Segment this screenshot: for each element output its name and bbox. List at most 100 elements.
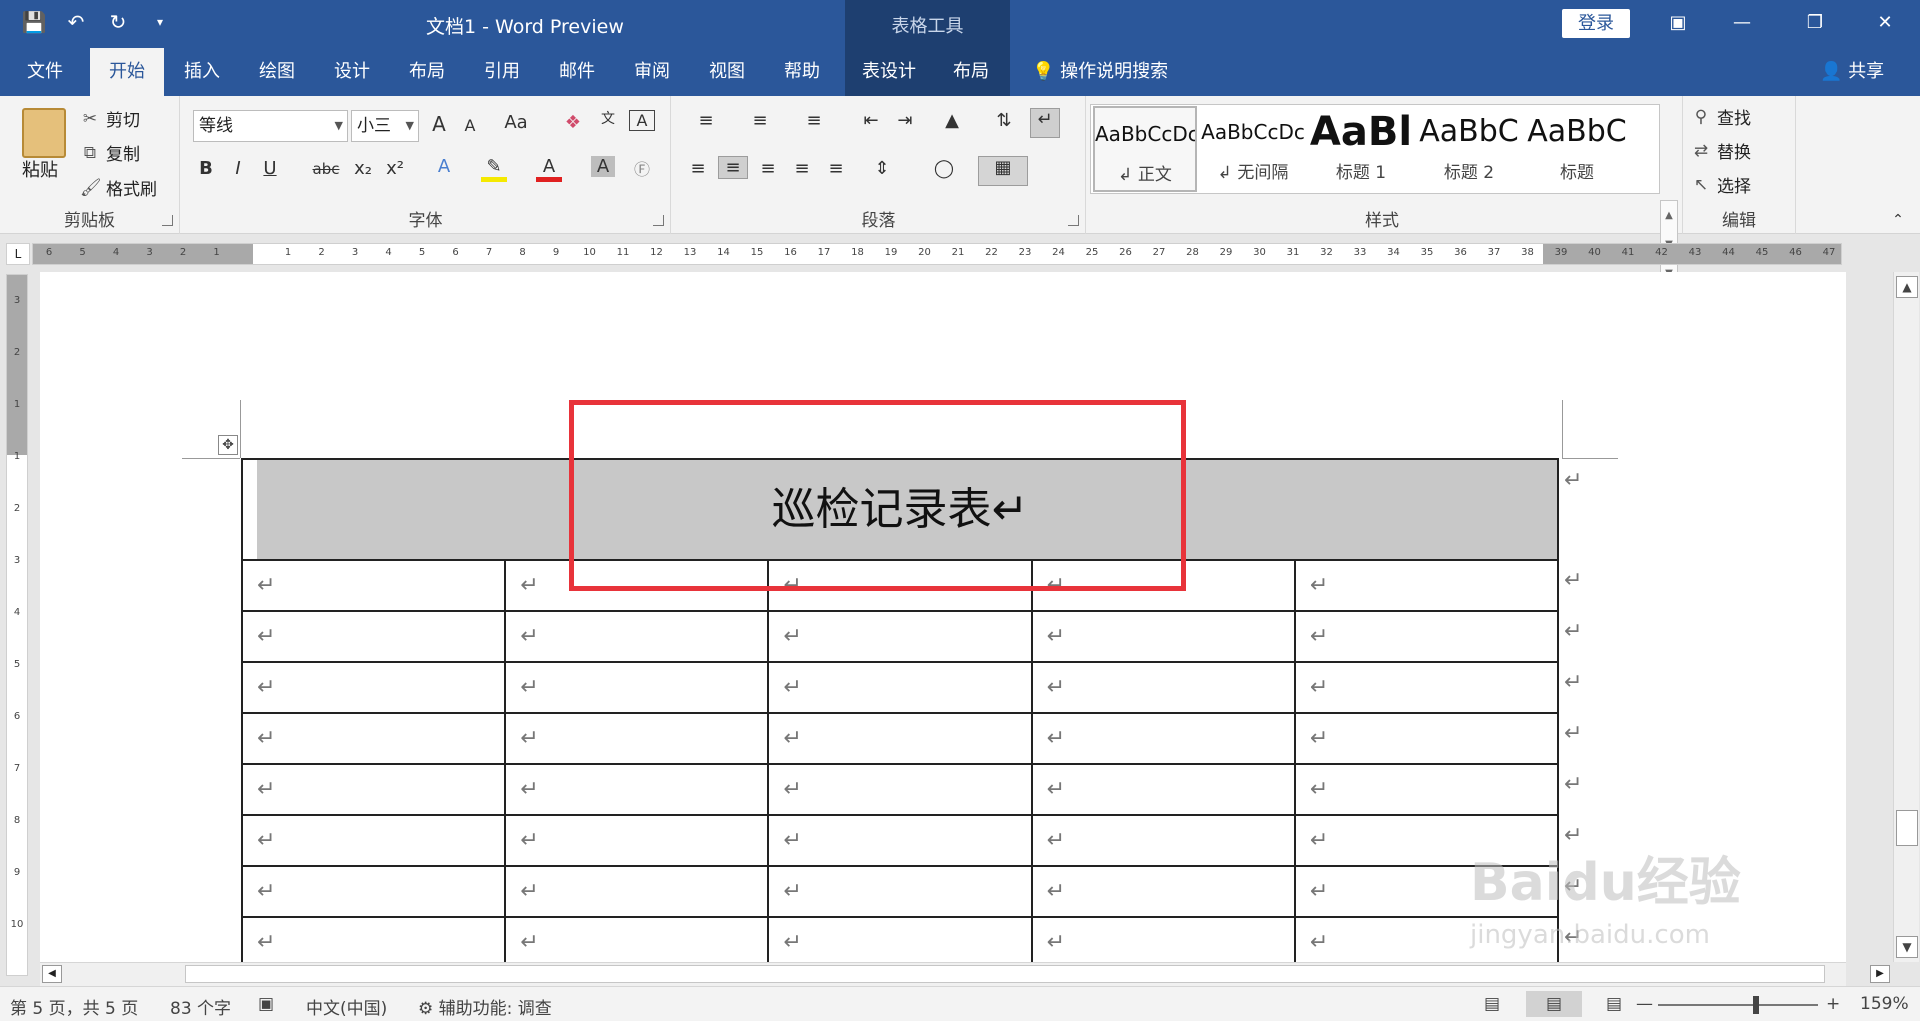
copy-button[interactable]: ⧉ 复制 (80, 140, 140, 166)
shading-icon[interactable]: ◯ (922, 158, 966, 179)
cut-button[interactable]: ✂ 剪切 (80, 106, 140, 132)
table-cell[interactable]: ↵ (1295, 612, 1560, 663)
minimize-icon[interactable]: — (1722, 8, 1762, 38)
align-right-icon[interactable]: ≡ (756, 158, 780, 179)
tab-design[interactable]: 设计 (318, 48, 386, 96)
accessibility-status[interactable]: ⚙ 辅助功能: 调查 (418, 994, 552, 1019)
scroll-right-icon[interactable]: ▶ (1870, 965, 1890, 983)
tab-selector[interactable]: L (6, 243, 30, 265)
show-marks-icon[interactable]: ↵ (1030, 108, 1060, 138)
language-indicator[interactable]: 中文(中国) (306, 994, 387, 1019)
table-move-handle-icon[interactable]: ✥ (218, 435, 238, 455)
numbering-icon[interactable]: ≡ (740, 110, 780, 131)
share-button[interactable]: 👤 共享 (1820, 48, 1884, 96)
font-size-combo[interactable]: 小三 ▼ (351, 110, 419, 142)
select-button[interactable]: ↖ 选择 (1691, 172, 1751, 198)
subscript-button[interactable]: x₂ (351, 158, 375, 179)
tell-me-search[interactable]: 💡 操作说明搜索 (1032, 48, 1168, 96)
table-row[interactable]: ↵ ↵ ↵ ↵ ↵ (243, 765, 1560, 816)
style-heading-1[interactable]: AaBl 标题 1 (1309, 106, 1413, 192)
style-title[interactable]: AaBbC 标题 (1525, 106, 1629, 192)
tab-home[interactable]: 开始 (90, 48, 164, 96)
tab-help[interactable]: 帮助 (768, 48, 836, 96)
tab-file[interactable]: 文件 (10, 48, 80, 96)
table-cell[interactable]: ↵ (1295, 714, 1560, 765)
table-cell[interactable]: ↵ (243, 612, 507, 663)
customize-qat-icon[interactable]: ▾ (146, 15, 174, 29)
tab-insert[interactable]: 插入 (168, 48, 236, 96)
table-cell[interactable]: ↵ (506, 714, 770, 765)
multilevel-list-icon[interactable]: ≡ (794, 110, 834, 131)
align-left-icon[interactable]: ≡ (686, 158, 710, 179)
text-effects-icon[interactable]: A (431, 156, 457, 177)
table-cell[interactable]: ↵ (506, 867, 770, 918)
enclose-characters-icon[interactable]: Ⓕ (629, 156, 655, 180)
zoom-level[interactable]: 159% (1860, 994, 1909, 1014)
table-cell[interactable]: ↵ (1295, 561, 1560, 612)
vertical-scroll-thumb[interactable] (1896, 810, 1918, 846)
redo-icon[interactable]: ↻ (104, 10, 132, 34)
read-mode-icon[interactable]: ▤ (1484, 994, 1500, 1014)
align-center-icon[interactable]: ≡ (718, 156, 748, 179)
sort-icon[interactable]: ⇅ (992, 110, 1016, 131)
table-cell[interactable]: ↵ (1032, 765, 1296, 816)
undo-icon[interactable]: ↶ (62, 10, 90, 34)
table-cell[interactable]: ↵ (243, 765, 507, 816)
shrink-font-button[interactable]: A (459, 116, 481, 135)
highlight-color-icon[interactable]: ✎ (481, 156, 507, 182)
find-button[interactable]: ⚲ 查找 (1691, 104, 1751, 130)
restore-icon[interactable]: ❐ (1795, 8, 1835, 38)
table-cell[interactable]: ↵ (1032, 612, 1296, 663)
clear-format-icon[interactable]: ❖ (561, 112, 585, 133)
table-cell[interactable]: ↵ (506, 816, 770, 867)
paragraph-launcher-icon[interactable] (1068, 215, 1079, 226)
font-name-combo[interactable]: 等线 ▼ (193, 110, 348, 142)
collapse-ribbon-icon[interactable]: ⌃ (1888, 212, 1908, 228)
change-case-button[interactable]: Aa (496, 112, 536, 133)
table-cell[interactable]: ↵ (243, 663, 507, 714)
style-no-spacing[interactable]: AaBbCcDc ↲ 无间隔 (1201, 106, 1305, 192)
proofing-icon[interactable]: ▣ (258, 994, 274, 1014)
style-normal[interactable]: AaBbCcDc ↲ 正文 (1093, 106, 1197, 192)
grow-font-button[interactable]: A (426, 112, 452, 136)
font-launcher-icon[interactable] (653, 215, 664, 226)
tab-view[interactable]: 视图 (693, 48, 761, 96)
table-cell[interactable]: ↵ (1032, 816, 1296, 867)
table-cell[interactable]: ↵ (769, 765, 1033, 816)
table-cell[interactable]: ↵ (506, 612, 770, 663)
table-cell[interactable]: ↵ (243, 816, 507, 867)
horizontal-ruler[interactable]: 6 5 4 3 2 1 1 2 3 4 5 6 7 8 9 10 11 12 13 14 15 16 17 18 19 20 21 2… (32, 243, 1842, 265)
format-painter-button[interactable]: 🖌 格式刷 (80, 175, 157, 201)
italic-button[interactable]: I (227, 158, 249, 179)
strikethrough-button[interactable]: abc (309, 160, 343, 178)
superscript-button[interactable]: x² (383, 158, 407, 179)
table-cell[interactable]: ↵ (769, 612, 1033, 663)
table-cell[interactable]: ↵ (1032, 714, 1296, 765)
save-icon[interactable]: 💾 (20, 10, 48, 34)
zoom-out-icon[interactable]: — (1636, 994, 1653, 1014)
tab-table-layout[interactable]: 布局 (940, 48, 1002, 96)
table-cell[interactable]: ↵ (769, 867, 1033, 918)
table-row[interactable]: ↵ ↵ ↵ ↵ ↵ (243, 714, 1560, 765)
scroll-up-icon[interactable]: ▲ (1896, 276, 1918, 298)
table-cell[interactable]: ↵ (1295, 765, 1560, 816)
zoom-slider-thumb[interactable] (1753, 996, 1759, 1014)
table-cell[interactable]: ↵ (243, 714, 507, 765)
justify-icon[interactable]: ≡ (790, 158, 814, 179)
bullets-icon[interactable]: ≡ (686, 110, 726, 131)
phonetic-guide-icon[interactable]: 文 (595, 108, 621, 128)
table-row[interactable]: ↵ ↵ ↵ ↵ ↵ (243, 816, 1560, 867)
table-row[interactable]: ↵ ↵ ↵ ↵ ↵ (243, 663, 1560, 714)
increase-indent-icon[interactable]: ⇥ (892, 110, 918, 131)
ribbon-display-icon[interactable]: ▣ (1658, 8, 1698, 38)
table-row[interactable]: ↵ ↵ ↵ ↵ ↵ (243, 612, 1560, 663)
table-cell[interactable]: ↵ (243, 561, 507, 612)
line-spacing-icon[interactable]: ⇕ (860, 158, 904, 179)
word-count[interactable]: 83 个字 (170, 994, 231, 1019)
tab-review[interactable]: 审阅 (618, 48, 686, 96)
page-count[interactable]: 第 5 页，共 5 页 (10, 994, 138, 1019)
chinese-layout-icon[interactable]: ▲ (932, 110, 972, 131)
style-heading-2[interactable]: AaBbC 标题 2 (1417, 106, 1521, 192)
zoom-slider[interactable] (1658, 1004, 1818, 1006)
character-border-icon[interactable]: A (629, 110, 655, 131)
